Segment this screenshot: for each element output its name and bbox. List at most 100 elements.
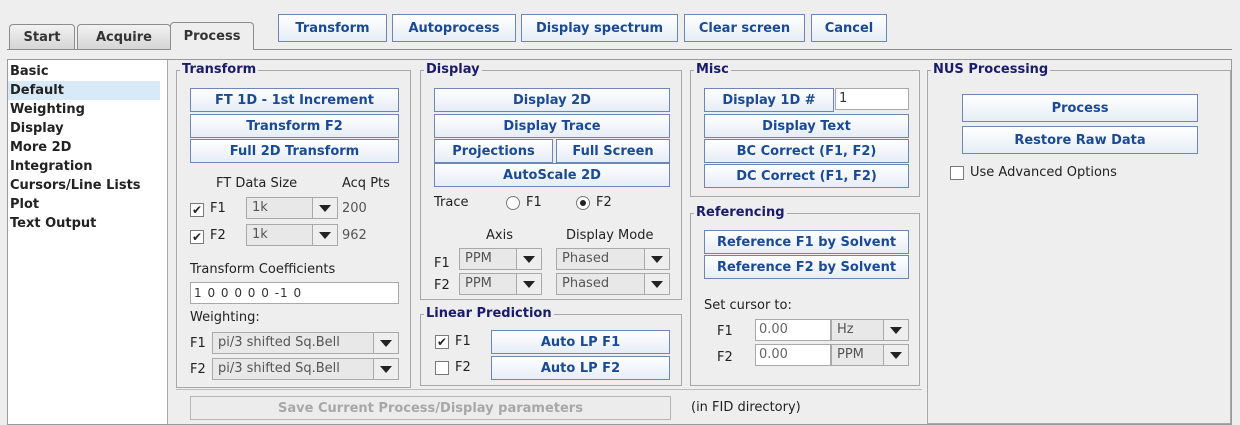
weighting-f1-select[interactable]: pi/3 shifted Sq.Bell bbox=[212, 332, 399, 354]
f1-axis-select[interactable]: PPM bbox=[459, 248, 542, 270]
sidebar-item-cursors[interactable]: Cursors/Line Lists bbox=[10, 176, 141, 195]
transform-f2-button[interactable]: Transform F2 bbox=[190, 114, 399, 138]
acq-pts-label: Acq Pts bbox=[342, 176, 390, 191]
save-parameters-button[interactable]: Save Current Process/Display parameters bbox=[190, 396, 671, 420]
chevron-down-icon bbox=[645, 249, 669, 269]
sidebar-item-more-2d[interactable]: More 2D bbox=[10, 138, 71, 157]
display-text-button[interactable]: Display Text bbox=[704, 114, 909, 138]
sidebar-item-weighting[interactable]: Weighting bbox=[10, 100, 85, 119]
cursor-f1-input[interactable]: 0.00 bbox=[755, 319, 831, 341]
tab-process[interactable]: Process bbox=[170, 22, 254, 50]
auto-lp-f2-button[interactable]: Auto LP F2 bbox=[491, 356, 670, 380]
display-1d-number-input[interactable]: 1 bbox=[835, 88, 909, 110]
projections-button[interactable]: Projections bbox=[434, 139, 553, 163]
weighting-f1-label: F1 bbox=[190, 336, 206, 351]
cursor-f2-unit-value: PPM bbox=[832, 345, 884, 365]
sidebar-item-display[interactable]: Display bbox=[10, 119, 64, 138]
display-spectrum-button[interactable]: Display spectrum bbox=[521, 14, 678, 42]
reference-f2-button[interactable]: Reference F2 by Solvent bbox=[704, 255, 909, 279]
f2-display-mode-value: Phased bbox=[557, 274, 645, 294]
nus-processing-group: NUS Processing bbox=[927, 62, 1231, 424]
tab-label: Process bbox=[183, 29, 241, 44]
tab-label: Start bbox=[23, 30, 61, 45]
weighting-f2-label: F2 bbox=[190, 362, 206, 377]
trace-f2-radio[interactable] bbox=[576, 196, 590, 210]
weighting-label: Weighting: bbox=[190, 310, 260, 325]
lp-f2-checkbox[interactable] bbox=[435, 361, 449, 375]
autoscale-2d-button[interactable]: AutoScale 2D bbox=[434, 163, 670, 187]
display-trace-button[interactable]: Display Trace bbox=[434, 114, 670, 138]
auto-lp-f1-button[interactable]: Auto LP F1 bbox=[491, 330, 670, 354]
lp-f1-label: F1 bbox=[455, 334, 471, 349]
transform-group-title: Transform bbox=[180, 62, 259, 78]
trace-f1-radio[interactable] bbox=[506, 196, 520, 210]
f2-transform-checkbox[interactable]: ✔ bbox=[190, 230, 204, 244]
cursor-f1-unit-select[interactable]: Hz bbox=[831, 319, 909, 341]
chevron-down-icon bbox=[517, 249, 541, 269]
trace-label: Trace bbox=[434, 195, 469, 210]
dc-correct-button[interactable]: DC Correct (F1, F2) bbox=[704, 164, 909, 188]
f2-ft-size-select[interactable]: 1k bbox=[246, 224, 338, 246]
weighting-f2-select[interactable]: pi/3 shifted Sq.Bell bbox=[212, 358, 399, 380]
chevron-down-icon bbox=[884, 345, 908, 365]
transform-coefficients-label: Transform Coefficients bbox=[190, 262, 336, 277]
f1-display-mode-value: Phased bbox=[557, 249, 645, 269]
chevron-down-icon bbox=[645, 274, 669, 294]
chevron-down-icon bbox=[374, 359, 398, 379]
f2-ft-size-value: 1k bbox=[247, 225, 313, 245]
cursor-f1-label: F1 bbox=[717, 324, 733, 339]
lp-f1-checkbox[interactable]: ✔ bbox=[435, 335, 449, 349]
f2-axis-value: PPM bbox=[460, 274, 517, 294]
full-2d-transform-button[interactable]: Full 2D Transform bbox=[190, 139, 399, 163]
cursor-f2-input[interactable]: 0.00 bbox=[755, 344, 831, 366]
f2-label: F2 bbox=[210, 228, 226, 243]
bc-correct-button[interactable]: BC Correct (F1, F2) bbox=[704, 139, 909, 163]
f2-display-mode-select[interactable]: Phased bbox=[556, 273, 670, 295]
sidebar-item-integration[interactable]: Integration bbox=[10, 157, 92, 176]
restore-raw-data-button[interactable]: Restore Raw Data bbox=[962, 126, 1198, 154]
axis-label: Axis bbox=[486, 228, 513, 243]
sidebar-item-plot[interactable]: Plot bbox=[10, 195, 39, 214]
f1-ft-size-select[interactable]: 1k bbox=[246, 197, 338, 219]
display-2d-button[interactable]: Display 2D bbox=[434, 88, 670, 112]
autoprocess-button[interactable]: Autoprocess bbox=[392, 14, 516, 42]
chevron-down-icon bbox=[374, 333, 398, 353]
f2-acq-pts-value: 962 bbox=[342, 228, 367, 243]
f1-axis-value: PPM bbox=[460, 249, 517, 269]
ft-1d-first-increment-button[interactable]: FT 1D - 1st Increment bbox=[190, 88, 399, 112]
misc-group-title: Misc bbox=[694, 62, 731, 78]
tab-acquire[interactable]: Acquire bbox=[77, 24, 171, 50]
referencing-group-title: Referencing bbox=[694, 205, 787, 221]
transform-coefficients-input[interactable]: 1 0 0 0 0 0 -1 0 bbox=[190, 282, 399, 304]
f1-label: F1 bbox=[210, 201, 226, 216]
tab-start[interactable]: Start bbox=[9, 24, 75, 50]
f1-transform-checkbox[interactable]: ✔ bbox=[190, 203, 204, 217]
f1-ft-size-value: 1k bbox=[247, 198, 313, 218]
lp-f2-label: F2 bbox=[455, 360, 471, 375]
transform-button[interactable]: Transform bbox=[278, 14, 387, 42]
ft-data-size-label: FT Data Size bbox=[216, 176, 298, 191]
nus-process-button[interactable]: Process bbox=[962, 94, 1198, 122]
f2-axis-select[interactable]: PPM bbox=[459, 273, 542, 295]
sidebar-item-text-output[interactable]: Text Output bbox=[10, 214, 96, 233]
weighting-f2-value: pi/3 shifted Sq.Bell bbox=[213, 359, 374, 379]
full-screen-button[interactable]: Full Screen bbox=[556, 139, 670, 163]
f1-display-mode-select[interactable]: Phased bbox=[556, 248, 670, 270]
sidebar-item-default[interactable]: Default bbox=[8, 81, 160, 100]
nus-processing-group-title: NUS Processing bbox=[931, 62, 1051, 78]
use-advanced-options-label: Use Advanced Options bbox=[970, 165, 1117, 180]
sidebar-item-basic[interactable]: Basic bbox=[10, 62, 49, 81]
clear-screen-button[interactable]: Clear screen bbox=[684, 14, 805, 42]
cursor-f2-unit-select[interactable]: PPM bbox=[831, 344, 909, 366]
display-f1-label: F1 bbox=[434, 256, 450, 271]
display-1d-button[interactable]: Display 1D # bbox=[704, 88, 834, 112]
cursor-f1-unit-value: Hz bbox=[832, 320, 884, 340]
use-advanced-options-checkbox[interactable] bbox=[950, 166, 964, 180]
display-group-title: Display bbox=[424, 62, 482, 78]
trace-f1-label: F1 bbox=[526, 195, 542, 210]
f1-acq-pts-value: 200 bbox=[342, 201, 367, 216]
cancel-button[interactable]: Cancel bbox=[811, 14, 887, 42]
reference-f1-button[interactable]: Reference F1 by Solvent bbox=[704, 230, 909, 254]
cursor-f2-label: F2 bbox=[717, 350, 733, 365]
display-f2-label: F2 bbox=[434, 278, 450, 293]
